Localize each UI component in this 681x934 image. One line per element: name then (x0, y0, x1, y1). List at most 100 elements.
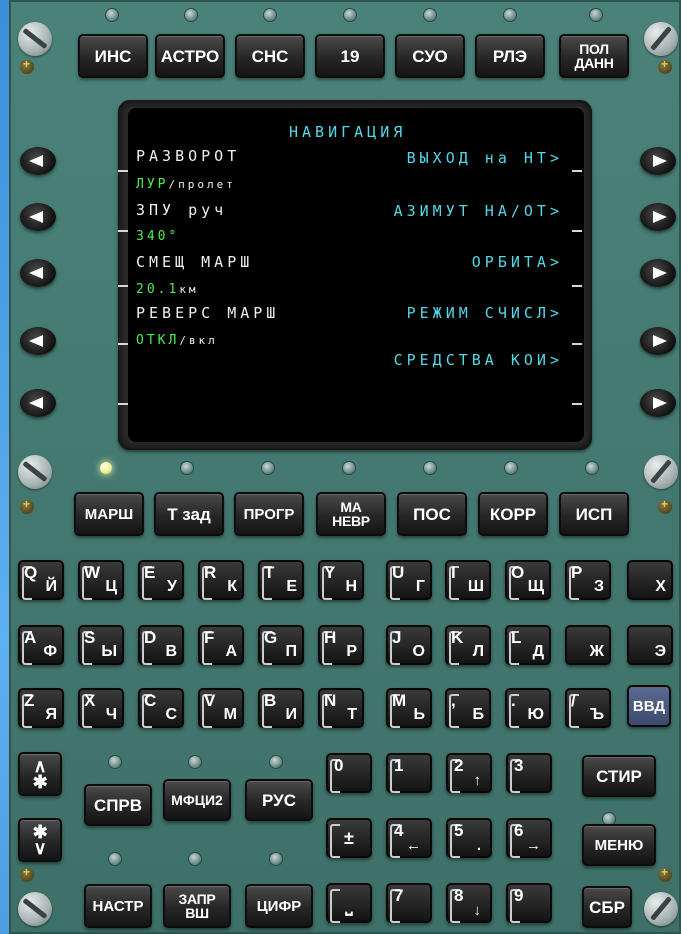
key-d-1-2[interactable]: DВ (138, 625, 184, 665)
key-digit-8[interactable]: 8 ↓ (446, 883, 492, 923)
key-19[interactable]: 19 (315, 34, 385, 78)
indicator-lamp (270, 853, 282, 865)
key-j-1-6[interactable]: JО (386, 625, 432, 665)
key-t-zad[interactable]: Т зад (154, 492, 224, 536)
key-progr[interactable]: ПРОГР (234, 492, 304, 536)
key-latin-label: I (451, 563, 456, 582)
key-ru-1-9[interactable]: Ж (565, 625, 611, 665)
key-cyrillic-label: Я (45, 706, 58, 723)
key-cyrillic-label: К (227, 578, 237, 595)
key-p-0-9[interactable]: PЗ (565, 560, 611, 600)
key-digit-4[interactable]: 4 ← (386, 818, 432, 858)
key-marsh[interactable]: МАРШ (74, 492, 144, 536)
key-f-1-3[interactable]: FА (198, 625, 244, 665)
key-vvd[interactable]: ВВД (627, 685, 671, 727)
key-x-2-1[interactable]: XЧ (78, 688, 124, 728)
key-r-0-3[interactable]: RК (198, 560, 244, 600)
key-sns[interactable]: СНС (235, 34, 305, 78)
key-latin-label: N (324, 691, 337, 710)
key-ru-0-10[interactable]: Х (627, 560, 673, 600)
key-m-2-6[interactable]: MЬ (386, 688, 432, 728)
key-e-0-2[interactable]: EУ (138, 560, 184, 600)
indicator-lamp-active (100, 462, 112, 474)
key-cyrillic-label: З (593, 578, 604, 595)
key-pos[interactable]: ПОС (397, 492, 467, 536)
key-digit-label: 1 (394, 756, 404, 775)
key-cyrillic-label: П (285, 643, 298, 660)
key-o-0-8[interactable]: OЩ (505, 560, 551, 600)
key-zapr-vsh[interactable]: ЗАПР ВШ (163, 884, 231, 928)
key-n-2-5[interactable]: NТ (318, 688, 364, 728)
lsk-right-4[interactable] (640, 327, 676, 355)
key-h-1-5[interactable]: HР (318, 625, 364, 665)
key-t-0-4[interactable]: TЕ (258, 560, 304, 600)
key-digit-7[interactable]: 7 (386, 883, 432, 923)
key-astro[interactable]: АСТРО (155, 34, 225, 78)
key-pol-dann[interactable]: ПОЛ ДАНН (559, 34, 629, 78)
key-down-star[interactable]: ✱ ∨ (18, 818, 62, 862)
lsk-right-3[interactable] (640, 259, 676, 287)
key-digit-1[interactable]: 1 (386, 753, 432, 793)
key-i-0-7[interactable]: IШ (445, 560, 491, 600)
key-sprv[interactable]: СПРВ (84, 784, 152, 826)
lsk-left-3[interactable] (20, 259, 56, 287)
lsk-right-2[interactable] (640, 203, 676, 231)
pin-icon (20, 497, 34, 514)
key-latin-label: Y (324, 563, 336, 582)
key-digit-3[interactable]: 3 (506, 753, 552, 793)
key-ru-1-10[interactable]: Э (627, 625, 673, 665)
key-c-2-2[interactable]: CС (138, 688, 184, 728)
key-suo[interactable]: СУО (395, 34, 465, 78)
key-.-2-8[interactable]: .Ю (505, 688, 551, 728)
key-z-2-0[interactable]: ZЯ (18, 688, 64, 728)
key-digit-6[interactable]: 6 → (506, 818, 552, 858)
indicator-lamp (343, 462, 355, 474)
indicator-lamp (264, 9, 276, 21)
lsk-left-1[interactable] (20, 147, 56, 175)
lsk-right-5[interactable] (640, 389, 676, 417)
key-sbr[interactable]: СБР (582, 886, 632, 928)
key-digit-5[interactable]: 5. (446, 818, 492, 858)
key-,-2-7[interactable]: ,Б (445, 688, 491, 728)
key-nastr[interactable]: НАСТР (84, 884, 152, 928)
key-g-1-4[interactable]: GП (258, 625, 304, 665)
key-q-0-0[interactable]: QЙ (18, 560, 64, 600)
key-k-1-7[interactable]: KЛ (445, 625, 491, 665)
lsk-left-5[interactable] (20, 389, 56, 417)
key-isp[interactable]: ИСП (559, 492, 629, 536)
lsk-left-4[interactable] (20, 327, 56, 355)
key-space[interactable]: ⎵ (326, 883, 372, 923)
key-korr[interactable]: КОРР (478, 492, 548, 536)
key-w-0-1[interactable]: WЦ (78, 560, 124, 600)
key-b-2-4[interactable]: BИ (258, 688, 304, 728)
key-digit-9[interactable]: 9 (506, 883, 552, 923)
key-stir[interactable]: СТИР (582, 755, 656, 797)
key-plus-minus[interactable]: ± (326, 818, 372, 858)
key-manevr[interactable]: МА НЕВР (316, 492, 386, 536)
key-menu[interactable]: МЕНЮ (582, 824, 656, 866)
left-label-2: ЗПУ руч (136, 201, 228, 219)
key-y-0-5[interactable]: YН (318, 560, 364, 600)
tick-left (118, 230, 128, 232)
key-s-1-1[interactable]: SЫ (78, 625, 124, 665)
key-l-1-8[interactable]: LД (505, 625, 551, 665)
lsk-left-2[interactable] (20, 203, 56, 231)
key-a-1-0[interactable]: AФ (18, 625, 64, 665)
key-latin-label: E (144, 563, 156, 582)
key-v-2-3[interactable]: VМ (198, 688, 244, 728)
key-digit-2[interactable]: 2 ↑ (446, 753, 492, 793)
key-cifr[interactable]: ЦИФР (245, 884, 313, 928)
tick-left (118, 343, 128, 345)
key-rle[interactable]: РЛЭ (475, 34, 545, 78)
key-up-star[interactable]: ∧ ✱ (18, 752, 62, 796)
key-mfci2[interactable]: МФЦИ2 (163, 779, 231, 821)
key-u-0-6[interactable]: UГ (386, 560, 432, 600)
key-digit-label: 8 (454, 886, 464, 905)
key-digit-0[interactable]: 0 (326, 753, 372, 793)
lsk-right-1[interactable] (640, 147, 676, 175)
value-sep: / (179, 334, 189, 347)
key-/-2-9[interactable]: / Ъ (565, 688, 611, 728)
key-rus[interactable]: РУС (245, 779, 313, 821)
key-ins[interactable]: ИНС (78, 34, 148, 78)
value-white: пролет (178, 178, 236, 191)
